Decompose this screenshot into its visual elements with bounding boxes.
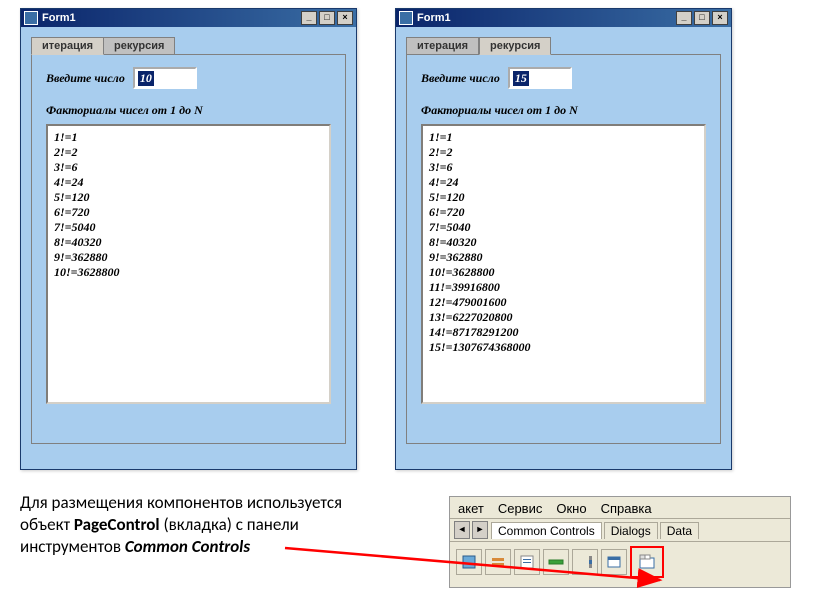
window-title: Form1 bbox=[42, 12, 76, 24]
client-area: итерация рекурсия Введите число 15 Факто… bbox=[396, 27, 731, 469]
tab-iteration[interactable]: итерация bbox=[31, 37, 104, 55]
ide-toolbar bbox=[450, 542, 790, 582]
minimize-button[interactable]: _ bbox=[301, 11, 317, 25]
titlebar: Form1 _ □ × bbox=[21, 9, 356, 27]
results-heading: Факториалы чисел от 1 до N bbox=[46, 103, 331, 118]
menu-item[interactable]: Сервис bbox=[498, 501, 543, 516]
tabstrip: итерация рекурсия bbox=[406, 37, 721, 55]
palette-tab-dialogs[interactable]: Dialogs bbox=[604, 522, 658, 539]
number-value: 10 bbox=[138, 71, 154, 86]
results-memo[interactable]: 1!=1 2!=2 3!=6 4!=24 5!=120 6!=720 7!=50… bbox=[46, 124, 331, 404]
component-button[interactable] bbox=[543, 549, 569, 575]
caption-line3a: инструментов bbox=[20, 536, 125, 557]
window-title: Form1 bbox=[417, 12, 451, 24]
ide-palette: акет Сервис Окно Справка ◄ ► Common Cont… bbox=[449, 496, 791, 588]
maximize-button[interactable]: □ bbox=[694, 11, 710, 25]
ide-tabs: ◄ ► Common Controls Dialogs Data bbox=[450, 518, 790, 542]
maximize-button[interactable]: □ bbox=[319, 11, 335, 25]
number-value: 15 bbox=[513, 71, 529, 86]
tabstrip: итерация рекурсия bbox=[31, 37, 346, 55]
ide-menu: акет Сервис Окно Справка bbox=[450, 497, 790, 518]
common-controls-term: Common Controls bbox=[125, 536, 250, 557]
titlebar: Form1 _ □ × bbox=[396, 9, 731, 27]
caption-line2b: (вкладка) с панели bbox=[160, 514, 299, 535]
menu-item[interactable]: Окно bbox=[556, 501, 586, 516]
form-window-iteration: Form1 _ □ × итерация рекурсия Введите чи… bbox=[20, 8, 357, 470]
results-memo[interactable]: 1!=1 2!=2 3!=6 4!=24 5!=120 6!=720 7!=50… bbox=[421, 124, 706, 404]
pagecontrol-component-button[interactable] bbox=[630, 546, 664, 578]
component-button[interactable] bbox=[514, 549, 540, 575]
input-label: Введите число bbox=[421, 71, 500, 86]
tab-recursion[interactable]: рекурсия bbox=[104, 37, 175, 55]
pagecontrol-term: PageControl bbox=[74, 514, 160, 535]
close-button[interactable]: × bbox=[712, 11, 728, 25]
palette-tab-data[interactable]: Data bbox=[660, 522, 699, 539]
tabs-scroll-left[interactable]: ◄ bbox=[454, 521, 470, 539]
palette-tab-common-controls[interactable]: Common Controls bbox=[491, 522, 602, 539]
number-input[interactable]: 10 bbox=[133, 67, 197, 89]
caption-text: Для размещения компонентов используется … bbox=[20, 492, 430, 558]
close-button[interactable]: × bbox=[337, 11, 353, 25]
component-button[interactable] bbox=[456, 549, 482, 575]
menu-item[interactable]: акет bbox=[458, 501, 484, 516]
tab-recursion[interactable]: рекурсия bbox=[479, 37, 551, 55]
caption-line1: Для размещения компонентов используется bbox=[20, 492, 342, 513]
menu-item[interactable]: Справка bbox=[601, 501, 652, 516]
form-window-recursion: Form1 _ □ × итерация рекурсия Введите чи… bbox=[395, 8, 732, 470]
input-label: Введите число bbox=[46, 71, 125, 86]
component-button[interactable] bbox=[485, 549, 511, 575]
component-button[interactable] bbox=[601, 549, 627, 575]
number-input[interactable]: 15 bbox=[508, 67, 572, 89]
results-heading: Факториалы чисел от 1 до N bbox=[421, 103, 706, 118]
pagecontrol-body: Введите число 15 Факториалы чисел от 1 д… bbox=[406, 54, 721, 444]
app-icon bbox=[399, 11, 413, 25]
pagecontrol-body: Введите число 10 Факториалы чисел от 1 д… bbox=[31, 54, 346, 444]
client-area: итерация рекурсия Введите число 10 Факто… bbox=[21, 27, 356, 469]
minimize-button[interactable]: _ bbox=[676, 11, 692, 25]
component-button[interactable] bbox=[572, 549, 598, 575]
tabs-scroll-right[interactable]: ► bbox=[472, 521, 488, 539]
app-icon bbox=[24, 11, 38, 25]
caption-line2a: объект bbox=[20, 514, 74, 535]
tab-iteration[interactable]: итерация bbox=[406, 37, 479, 55]
